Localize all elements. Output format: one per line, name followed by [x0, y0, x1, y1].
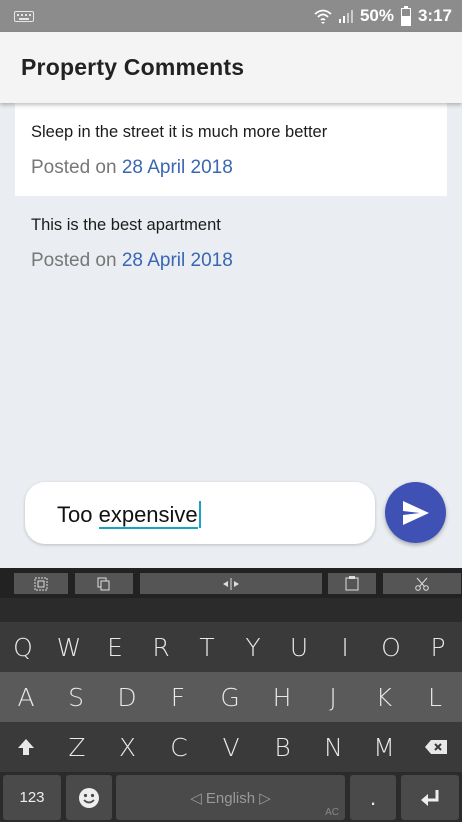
key-k[interactable]: K: [360, 672, 408, 722]
battery-icon: [400, 6, 411, 26]
select-all-icon[interactable]: [14, 573, 68, 594]
copy-icon[interactable]: [75, 573, 133, 594]
comment-meta: Posted on 28 April 2018: [31, 157, 233, 179]
key-row-1: Q W E R T Y U I O P: [0, 622, 462, 672]
signal-icon: [338, 10, 353, 23]
key-y[interactable]: Y: [230, 622, 276, 672]
key-row-4: 123 ◁ English ▷ AC .: [0, 772, 462, 822]
key-b[interactable]: B: [257, 722, 308, 772]
period-key[interactable]: .: [350, 775, 396, 820]
posted-label: Posted on: [31, 157, 117, 178]
comment-date: 28 April 2018: [121, 157, 233, 178]
comment-text: This is the best apartment: [31, 216, 221, 234]
wifi-icon: [314, 9, 332, 24]
key-v[interactable]: V: [205, 722, 257, 772]
enter-icon: [421, 789, 439, 806]
emoji-key[interactable]: [66, 775, 112, 820]
key-n[interactable]: N: [308, 722, 359, 772]
comment-text: Sleep in the street it is much more bett…: [31, 123, 328, 141]
backspace-icon: [424, 740, 447, 754]
key-q[interactable]: Q: [0, 622, 46, 672]
key-l[interactable]: L: [411, 672, 459, 722]
shift-icon: [18, 739, 34, 755]
key-z[interactable]: Z: [52, 722, 102, 772]
space-key-badge: AC: [325, 807, 339, 818]
scissors-icon[interactable]: [383, 573, 461, 594]
key-row-3: Z X C V B N M: [0, 722, 462, 772]
key-f[interactable]: F: [154, 672, 202, 722]
send-button[interactable]: [385, 482, 446, 543]
key-d[interactable]: D: [103, 672, 151, 722]
key-s[interactable]: S: [52, 672, 100, 722]
comment-date: 28 April 2018: [121, 250, 233, 271]
key-a[interactable]: A: [2, 672, 50, 722]
key-t[interactable]: T: [184, 622, 230, 672]
text-cursor: [198, 501, 201, 528]
key-m[interactable]: M: [359, 722, 409, 772]
battery-percent: 50%: [359, 6, 394, 25]
key-j[interactable]: J: [309, 672, 357, 722]
key-i[interactable]: I: [322, 622, 368, 672]
input-text-underlined: expensive: [98, 502, 198, 529]
key-h[interactable]: H: [258, 672, 306, 722]
keyboard-toolbar: [0, 568, 462, 598]
key-row-2: A S D F G H J K L: [0, 672, 462, 722]
backspace-key[interactable]: [409, 722, 462, 772]
emoji-icon: [79, 787, 99, 808]
key-o[interactable]: O: [368, 622, 414, 672]
space-key[interactable]: ◁ English ▷ AC: [116, 775, 345, 820]
enter-key[interactable]: [401, 775, 459, 820]
key-r[interactable]: R: [138, 622, 184, 672]
key-c[interactable]: C: [153, 722, 205, 772]
posted-label: Posted on: [31, 250, 117, 271]
keyboard-indicator-icon: [14, 11, 34, 22]
numbers-key[interactable]: 123: [3, 775, 61, 820]
comment-card: Sleep in the street it is much more bett…: [15, 103, 447, 196]
shift-key[interactable]: [0, 722, 52, 772]
app-bar: Property Comments: [0, 32, 462, 103]
send-icon: [403, 501, 429, 525]
status-bar: 50% 3:17: [0, 0, 462, 32]
space-key-label: ◁ English ▷: [190, 789, 271, 807]
cursor-move-icon[interactable]: [140, 573, 322, 594]
clock: 3:17: [417, 6, 452, 25]
comment-card: This is the best apartment Posted on 28 …: [15, 196, 447, 289]
key-x[interactable]: X: [102, 722, 153, 772]
key-e[interactable]: E: [92, 622, 138, 672]
comment-meta: Posted on 28 April 2018: [31, 250, 233, 272]
key-p[interactable]: P: [414, 622, 462, 672]
key-u[interactable]: U: [276, 622, 322, 672]
key-g[interactable]: G: [206, 672, 254, 722]
soft-keyboard: Q W E R T Y U I O P A S D F G H J K L Z …: [0, 568, 462, 822]
page-title: Property Comments: [21, 54, 245, 80]
key-w[interactable]: W: [46, 622, 92, 672]
input-text: Too: [57, 502, 99, 527]
comment-input[interactable]: Too expensive: [25, 482, 375, 544]
clipboard-icon[interactable]: [328, 573, 376, 594]
